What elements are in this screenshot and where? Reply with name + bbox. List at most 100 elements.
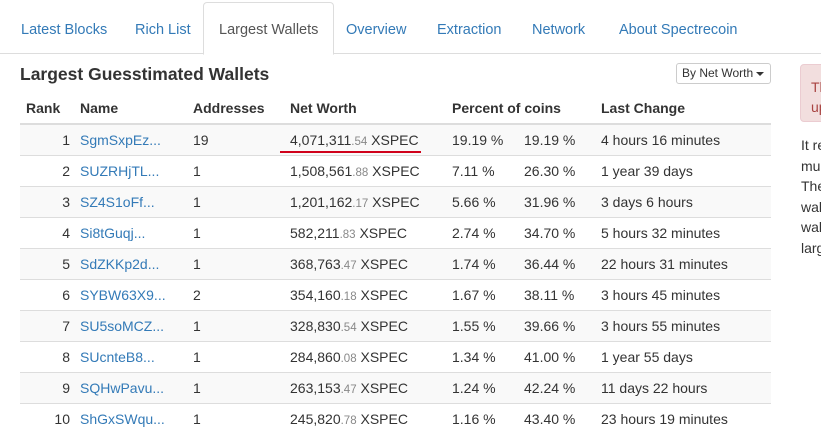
header-net-worth: Net Worth	[290, 93, 452, 125]
addresses-cell: 2	[193, 278, 290, 310]
net-worth-integer: 1,201,162	[290, 193, 353, 210]
name-cell: SQHwPavu...	[80, 371, 193, 403]
net-worth-cell: 582,211.83 XSPEC	[290, 216, 452, 248]
name-cell: SdZKKp2d...	[80, 247, 193, 279]
table-row: 7 SU5soMCZ... 1 328,830.54 XSPEC 1.55 % 39.66…	[20, 309, 771, 341]
name-cell: ShGxSWqu...	[80, 402, 193, 434]
net-worth-value: 1,201,162.17 XSPEC	[290, 194, 420, 210]
name-cell: Si8tGuqj...	[80, 216, 193, 248]
rank-cell: 4	[20, 216, 80, 248]
side-line: mu	[801, 157, 821, 174]
nav-tabs: Latest Blocks Rich List Largest Wallets …	[0, 0, 821, 55]
net-worth-integer: 354,160	[290, 286, 341, 303]
cumulative-percent-cell: 36.44 %	[524, 247, 601, 279]
wallet-link[interactable]: SQHwPavu...	[80, 380, 164, 396]
highlight-underline	[280, 150, 421, 153]
cumulative-percent-cell: 26.30 %	[524, 154, 601, 186]
tab-latest-blocks[interactable]: Latest Blocks	[21, 6, 107, 54]
net-worth-integer: 245,820	[290, 410, 341, 427]
cumulative-percent-cell: 38.11 %	[524, 278, 601, 310]
tab-largest-wallets[interactable]: Largest Wallets	[203, 2, 335, 55]
caret-down-icon	[756, 71, 765, 76]
name-cell: SgmSxpEz...	[80, 123, 193, 155]
table-row: 5 SdZKKp2d... 1 368,763.47 XSPEC 1.74 % 36.44…	[20, 247, 771, 279]
net-worth-value: 284,860.08 XSPEC	[290, 349, 408, 365]
net-worth-unit: XSPEC	[356, 317, 408, 334]
alert-box: Th up	[800, 64, 821, 122]
net-worth-value: 4,071,311.54 XSPEC	[280, 131, 421, 153]
percent-cell: 7.11 %	[452, 154, 524, 186]
net-worth-integer: 1,508,561	[290, 162, 353, 179]
addresses-cell: 1	[193, 309, 290, 341]
tab-network[interactable]: Network	[532, 6, 585, 54]
tab-extraction[interactable]: Extraction	[437, 6, 501, 54]
last-change-cell: 3 hours 55 minutes	[601, 309, 771, 341]
wallet-link[interactable]: SU5soMCZ...	[80, 318, 164, 334]
rank-cell: 6	[20, 278, 80, 310]
wallet-link[interactable]: SUcnteB8...	[80, 349, 155, 365]
last-change-cell: 3 days 6 hours	[601, 185, 771, 217]
last-change-cell: 1 year 55 days	[601, 340, 771, 372]
net-worth-decimals: .83	[339, 228, 356, 241]
table-header-row: Rank Name Addresses Net Worth Percent of…	[20, 93, 771, 125]
sort-dropdown-button[interactable]: By Net Worth	[676, 63, 771, 84]
wallet-link[interactable]: ShGxSWqu...	[80, 411, 165, 427]
header-name: Name	[80, 93, 193, 125]
wallet-link[interactable]: SYBW63X9...	[80, 287, 166, 303]
cumulative-percent-cell: 19.19 %	[524, 123, 601, 155]
net-worth-integer: 328,830	[290, 317, 341, 334]
addresses-cell: 1	[193, 340, 290, 372]
side-line: It re	[801, 137, 821, 153]
percent-cell: 5.66 %	[452, 185, 524, 217]
name-cell: SUZRHjTL...	[80, 154, 193, 186]
side-line: The	[801, 178, 821, 194]
net-worth-unit: XSPEC	[356, 379, 408, 396]
net-worth-value: 1,508,561.88 XSPEC	[290, 163, 420, 179]
net-worth-cell: 263,153.47 XSPEC	[290, 371, 452, 403]
tab-rich-list[interactable]: Rich List	[135, 6, 191, 54]
wallet-link[interactable]: SUZRHjTL...	[80, 163, 159, 179]
net-worth-unit: XSPEC	[367, 131, 419, 148]
net-worth-cell: 354,160.18 XSPEC	[290, 278, 452, 310]
side-description: It re mu The wal wal larg	[801, 135, 821, 258]
wallet-link[interactable]: SdZKKp2d...	[80, 256, 159, 272]
addresses-cell: 1	[193, 185, 290, 217]
name-cell: SYBW63X9...	[80, 278, 193, 310]
net-worth-unit: XSPEC	[355, 224, 407, 241]
net-worth-integer: 4,071,311	[290, 131, 352, 148]
cumulative-percent-cell: 42.24 %	[524, 371, 601, 403]
cumulative-percent-cell: 41.00 %	[524, 340, 601, 372]
cumulative-percent-cell: 31.96 %	[524, 185, 601, 217]
net-worth-value: 263,153.47 XSPEC	[290, 380, 408, 396]
wallet-link[interactable]: SgmSxpEz...	[80, 132, 161, 148]
side-line: larg	[801, 239, 821, 256]
header-rank: Rank	[20, 93, 80, 125]
net-worth-cell: 368,763.47 XSPEC	[290, 247, 452, 279]
cumulative-percent-cell: 34.70 %	[524, 216, 601, 248]
cumulative-percent-cell: 43.40 %	[524, 402, 601, 434]
net-worth-value: 368,763.47 XSPEC	[290, 256, 408, 272]
tab-about-spectrecoin[interactable]: About Spectrecoin	[619, 6, 738, 54]
net-worth-decimals: .47	[340, 259, 357, 272]
table-row: 3 SZ4S1oFf... 1 1,201,162.17 XSPEC 5.66 % 31.…	[20, 185, 771, 217]
alert-line: up	[811, 99, 821, 115]
percent-cell: 1.55 %	[452, 309, 524, 341]
rank-cell: 2	[20, 154, 80, 186]
net-worth-integer: 263,153	[290, 379, 341, 396]
wallets-table: Rank Name Addresses Net Worth Percent of…	[20, 93, 771, 434]
net-worth-decimals: .54	[351, 135, 368, 148]
name-cell: SZ4S1oFf...	[80, 185, 193, 217]
net-worth-unit: XSPEC	[368, 193, 420, 210]
percent-cell: 1.74 %	[452, 247, 524, 279]
name-cell: SU5soMCZ...	[80, 309, 193, 341]
net-worth-decimals: .18	[340, 290, 357, 303]
wallet-link[interactable]: SZ4S1oFf...	[80, 194, 155, 210]
tab-overview[interactable]: Overview	[346, 6, 406, 54]
table-row: 4 Si8tGuqj... 1 582,211.83 XSPEC 2.74 % 34.70…	[20, 216, 771, 248]
wallet-link[interactable]: Si8tGuqj...	[80, 225, 145, 241]
side-line: wal	[801, 198, 821, 215]
addresses-cell: 1	[193, 371, 290, 403]
net-worth-value: 354,160.18 XSPEC	[290, 287, 408, 303]
table-row: 6 SYBW63X9... 2 354,160.18 XSPEC 1.67 % 38.11…	[20, 278, 771, 310]
net-worth-cell: 4,071,311.54 XSPEC	[280, 123, 452, 155]
